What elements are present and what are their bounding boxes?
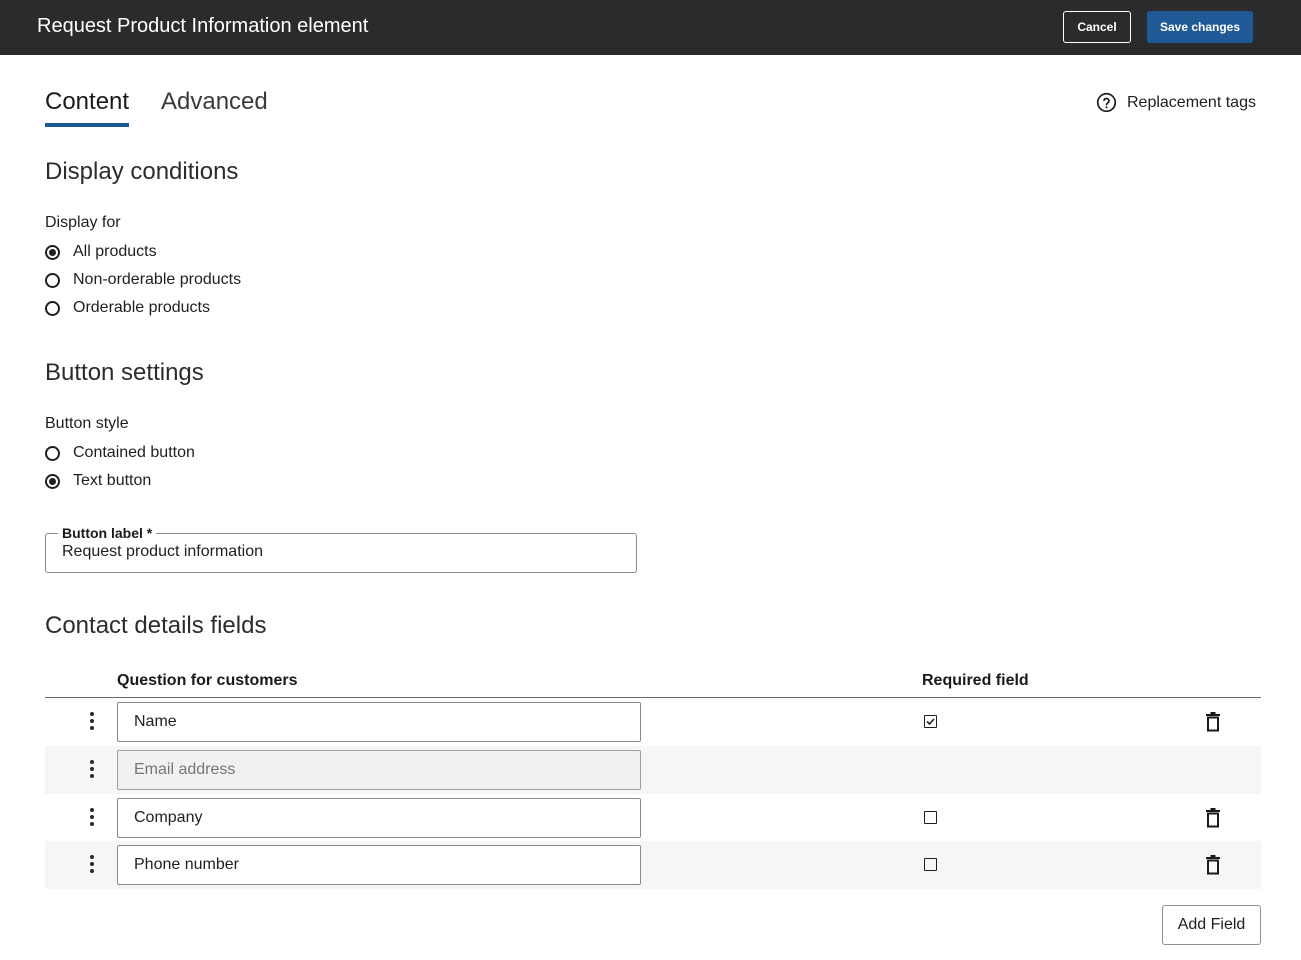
column-header-question: Question for customers	[117, 672, 298, 689]
trash-icon[interactable]	[1205, 855, 1221, 875]
question-input[interactable]	[117, 798, 641, 838]
button-style-label: Button style	[45, 415, 129, 432]
contact-details-heading: Contact details fields	[45, 612, 267, 639]
radio-label: Contained button	[73, 444, 195, 461]
required-checkbox[interactable]	[924, 715, 937, 728]
replacement-tags-label: Replacement tags	[1127, 93, 1256, 111]
cancel-button[interactable]: Cancel	[1063, 11, 1131, 43]
radio-indicator[interactable]	[45, 272, 60, 288]
drag-handle-icon[interactable]	[89, 855, 95, 875]
radio-indicator[interactable]	[45, 445, 60, 461]
required-checkbox[interactable]	[924, 858, 937, 871]
active-tab-indicator	[45, 123, 129, 127]
top-bar: Request Product Information element Canc…	[0, 0, 1301, 55]
radio-text-button[interactable]: Text button	[45, 472, 151, 490]
save-changes-button[interactable]: Save changes	[1147, 11, 1253, 43]
table-row	[45, 698, 1261, 746]
button-label-field[interactable]: Button label *	[45, 525, 637, 573]
radio-label: Non-orderable products	[73, 271, 242, 288]
radio-indicator[interactable]	[45, 300, 60, 316]
question-input	[117, 750, 641, 790]
trash-icon[interactable]	[1205, 808, 1221, 828]
tab-content[interactable]: Content	[45, 88, 129, 116]
display-for-label: Display for	[45, 214, 121, 231]
drag-handle-icon[interactable]	[89, 808, 95, 828]
table-row	[45, 794, 1261, 841]
table-row	[45, 746, 1261, 794]
radio-indicator[interactable]	[45, 244, 60, 260]
trash-icon[interactable]	[1205, 712, 1221, 732]
radio-indicator[interactable]	[45, 473, 60, 489]
radio-orderable-products[interactable]: Orderable products	[45, 299, 210, 317]
radio-all-products[interactable]: All products	[45, 243, 157, 261]
question-input[interactable]	[117, 845, 641, 885]
radio-label: Text button	[73, 472, 152, 489]
radio-label: All products	[73, 243, 157, 260]
question-input[interactable]	[117, 702, 641, 742]
help-circle-icon	[1096, 92, 1117, 113]
column-header-required: Required field	[922, 672, 1029, 689]
table-header: Question for customers Required field	[45, 672, 1261, 698]
page-title: Request Product Information element	[37, 15, 369, 37]
radio-non-orderable-products[interactable]: Non-orderable products	[45, 271, 241, 289]
drag-handle-icon[interactable]	[89, 760, 95, 780]
radio-contained-button[interactable]: Contained button	[45, 444, 195, 462]
required-checkbox[interactable]	[924, 811, 937, 824]
checkmark-icon	[926, 718, 935, 726]
table-row	[45, 841, 1261, 889]
button-label-legend: Button label *	[58, 525, 157, 541]
add-field-button[interactable]: Add Field	[1162, 905, 1261, 945]
display-conditions-heading: Display conditions	[45, 158, 239, 185]
button-settings-heading: Button settings	[45, 359, 204, 386]
radio-label: Orderable products	[73, 299, 210, 316]
button-label-input[interactable]	[62, 543, 622, 561]
tab-advanced[interactable]: Advanced	[161, 88, 268, 116]
drag-handle-icon[interactable]	[89, 712, 95, 732]
replacement-tags-link[interactable]: Replacement tags	[1096, 92, 1256, 113]
